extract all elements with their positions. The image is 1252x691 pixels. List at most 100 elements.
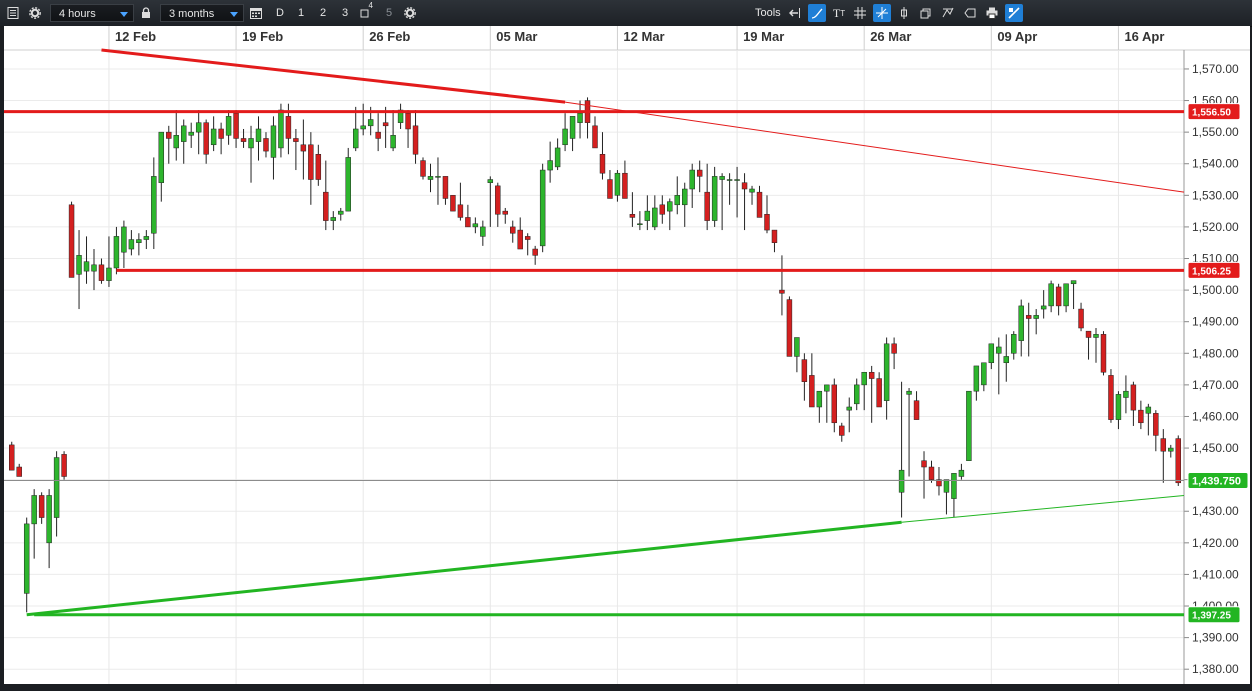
candlestick-chart[interactable]: 1,570.001,560.001,550.001,540.001,530.00… [4,26,1250,686]
candle-body [741,182,748,190]
candle-body [173,135,179,149]
candle-body [315,154,322,180]
candle-body [300,144,307,152]
period-button-1[interactable]: 1 [292,4,310,22]
price-tag-resistance: 1,556.50 [1187,103,1241,121]
candle-body [166,131,172,139]
candle-body [629,214,636,218]
period-settings-gear-icon[interactable] [401,4,419,22]
settings-gear-icon[interactable] [26,4,44,22]
candle-body [255,128,262,142]
x-tick-label: 19 Feb [242,29,283,44]
candle-body [1100,334,1107,373]
candle-body [412,125,419,155]
menu-icon[interactable] [4,4,22,22]
y-tick-label: 1,480.00 [1192,346,1239,360]
candle-body [1123,390,1129,398]
candle-body [427,176,434,180]
candle-body [345,157,351,212]
candle-body [203,122,209,155]
candle-body [876,378,882,408]
x-tick-label: 26 Feb [369,29,410,44]
y-tick-label: 1,430.00 [1192,504,1239,518]
period-button-5[interactable]: 5 [380,4,398,22]
price-tag-label: 1,439.750 [1192,475,1241,487]
interval-value: 4 hours [59,8,96,20]
period-button-2[interactable]: 2 [314,4,332,22]
candle-body [779,289,785,294]
calendar-icon[interactable] [247,4,265,22]
candle-body [831,384,838,424]
candle-body [674,195,680,206]
candle-body [1070,280,1077,285]
candle-body [562,128,568,146]
left-frame [0,26,4,689]
candle-body [966,390,972,461]
candle-body [151,176,157,234]
candle-body [786,299,793,357]
candle-body [816,390,823,408]
candle-body [756,191,763,218]
candle-body [801,359,808,382]
candle-body [360,125,366,130]
layers-tool-icon[interactable] [917,4,935,22]
candle-body [524,236,531,240]
interval-dropdown[interactable]: 4 hours [50,4,134,22]
candle-body [883,343,890,401]
candle-body [539,169,546,247]
period-label: 3 [341,7,349,19]
price-tag-label: 1,506.25 [1192,266,1231,277]
price-tag-resistance: 1,506.25 [1187,261,1241,279]
period-button-4[interactable]: 4 [356,1,374,22]
lock-icon[interactable] [137,4,155,22]
period-button-d[interactable]: D [271,4,289,22]
tools-label: Tools [755,7,781,19]
candle-body [136,239,142,243]
candle-body [906,390,912,395]
y-tick-label: 1,380.00 [1192,662,1239,676]
candle-body [637,223,643,226]
candle-body [547,160,553,171]
candle-body [592,125,598,149]
crosshair-tool-icon[interactable] [873,4,891,22]
channel-tool-icon[interactable] [939,4,957,22]
arrow-left-tool-icon[interactable] [786,4,804,22]
chart-area[interactable]: 1,570.00 1,560.00 1,550.00 1,540.00 1,530.00… [4,26,1250,686]
candle-body [958,469,965,477]
ascending-trendline-extension [901,494,1185,523]
candle-body [68,204,75,278]
candle-body [435,176,441,178]
candle-body [1063,283,1069,307]
candle-body [988,343,995,364]
period-button-3[interactable]: 3 [336,4,354,22]
candle-body [113,236,120,269]
candle-body [285,116,292,139]
candle-body [839,425,845,436]
trendline-tool-icon[interactable] [808,4,826,22]
candle-body [794,337,800,357]
candle-body [913,400,920,420]
chevron-down-icon [230,12,238,17]
eraser-tool-icon[interactable] [1005,4,1023,22]
descending-trendline-extension [565,101,1185,193]
candle-body [749,188,755,193]
candle-body [390,135,396,149]
range-dropdown[interactable]: 3 months [160,4,244,22]
candle-body [106,267,112,281]
print-icon[interactable] [983,4,1001,22]
candle-body [83,261,90,272]
candle-body [495,185,501,215]
candle-body [1153,413,1159,436]
fibonacci-tool-icon[interactable] [895,4,913,22]
text-tool-icon[interactable]: TT [830,4,848,22]
grid-tool-icon[interactable] [851,4,869,22]
candle-body [1055,286,1062,307]
candle-body [622,172,628,199]
candle-body [240,138,247,142]
y-tick-label: 1,420.00 [1192,536,1239,550]
x-tick-label: 19 Mar [743,29,784,44]
candle-body [1138,409,1144,424]
chevron-down-icon [120,12,128,17]
candle-body [696,169,703,177]
shape-tool-icon[interactable] [961,4,979,22]
